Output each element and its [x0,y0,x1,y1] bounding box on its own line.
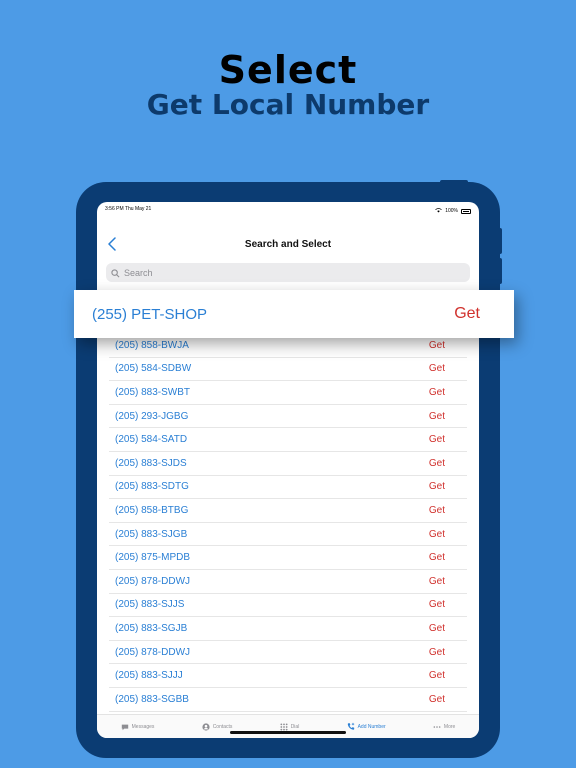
get-button[interactable]: Get [429,340,445,351]
get-button[interactable]: Get [429,599,445,610]
tab-messages[interactable]: Messages [121,723,155,731]
phone-number: (205) 875-MPDB [115,552,191,564]
back-chevron-icon[interactable] [105,234,119,254]
home-indicator [230,731,346,734]
status-bar: 3:56 PM Thu May 21 100% [97,202,479,216]
tab-add-number[interactable]: Add Number [347,722,386,731]
phone-number: (205) 883-SJGB [115,528,188,540]
tab-label: Contacts [212,723,233,730]
phone-number: (205) 883-SWBT [115,386,191,398]
number-row[interactable]: (205) 878-DDWJ Get [109,570,467,594]
highlighted-number: (255) PET-SHOP [92,305,208,323]
phone-number: (205) 293-JGBG [115,410,189,422]
page-title: Search and Select [244,238,332,250]
phone-number: (205) 883-SJJS [115,599,185,611]
tablet-screen: 3:56 PM Thu May 21 100% Search and Selec… [97,202,479,738]
highlighted-get-button[interactable]: Get [454,305,480,323]
navigation-bar: Search and Select [97,232,479,256]
get-button[interactable]: Get [429,694,445,705]
tab-label: Messages [131,723,155,730]
phone-plus-icon [347,722,355,731]
chat-icon [121,723,129,731]
get-button[interactable]: Get [429,434,445,445]
number-row[interactable]: (205) 584-SATD Get [109,428,467,452]
status-date: Thu May 21 [124,206,152,212]
get-button[interactable]: Get [429,529,445,540]
search-icon [111,263,120,282]
tab-dial[interactable]: Dial [280,722,300,731]
get-button[interactable]: Get [429,505,445,516]
keypad-icon [280,722,288,731]
number-row[interactable]: (205) 883-SWBT Get [109,381,467,405]
highlighted-number-row[interactable]: (255) PET-SHOP Get [74,290,514,338]
phone-number: (205) 883-SJJJ [115,670,183,682]
number-row[interactable]: (205) 883-SJJJ Get [109,664,467,688]
phone-number: (205) 883-SGBB [115,693,189,705]
person-icon [202,722,210,731]
wifi-icon [435,207,442,215]
promo-headline: Select [218,48,358,92]
get-button[interactable]: Get [429,647,445,658]
phone-number: (205) 858-BWJA [115,339,189,351]
number-row[interactable]: (205) 883-SJDS Get [109,452,467,476]
search-input[interactable]: Search [106,263,470,282]
get-button[interactable]: Get [429,363,445,374]
number-row[interactable]: (205) 883-SDTG Get [109,476,467,500]
ellipsis-icon [433,723,441,731]
phone-number: (205) 878-DDWJ [115,575,191,587]
get-button[interactable]: Get [429,411,445,422]
get-button[interactable]: Get [429,387,445,398]
number-row[interactable]: (205) 293-JGBG Get [109,405,467,429]
number-row[interactable]: (205) 883-SJJS Get [109,594,467,618]
battery-percent: 100% [445,208,458,214]
search-placeholder: Search [124,267,153,278]
number-row[interactable]: (205) 858-BTBG Get [109,499,467,523]
status-time: 3:56 PM [105,206,124,212]
get-button[interactable]: Get [429,576,445,587]
tab-bar: Messages Contacts Dial Add Number More [97,714,479,738]
number-row[interactable]: (205) 584-SDBW Get [109,358,467,382]
get-button[interactable]: Get [429,458,445,469]
get-button[interactable]: Get [429,670,445,681]
get-button[interactable]: Get [429,552,445,563]
number-row[interactable]: (205) 883-SGBB Get [109,688,467,712]
tab-label: Dial [290,723,300,730]
phone-number: (205) 584-SATD [115,434,188,446]
number-row[interactable]: (205) 883-SJGB Get [109,523,467,547]
phone-number: (205) 883-SDTG [115,481,189,493]
phone-number: (205) 584-SDBW [115,363,192,375]
phone-number: (205) 878-DDWJ [115,646,191,658]
number-row[interactable]: (205) 883-SGJB Get [109,617,467,641]
number-list: (205) 858-BWJA Get (205) 584-SDBW Get (205) … [109,334,467,712]
tab-more[interactable]: More [433,723,455,731]
tab-label: More [443,723,456,730]
tab-label: Add Number [357,723,386,730]
number-row[interactable]: (205) 875-MPDB Get [109,546,467,570]
number-row[interactable]: (205) 878-DDWJ Get [109,641,467,665]
get-button[interactable]: Get [429,623,445,634]
phone-number: (205) 883-SJDS [115,457,187,469]
tab-contacts[interactable]: Contacts [202,722,233,731]
phone-number: (205) 883-SGJB [115,622,188,634]
get-button[interactable]: Get [429,481,445,492]
phone-number: (205) 858-BTBG [115,504,189,516]
promo-subheadline: Get Local Number [146,88,430,121]
battery-icon [461,208,471,214]
